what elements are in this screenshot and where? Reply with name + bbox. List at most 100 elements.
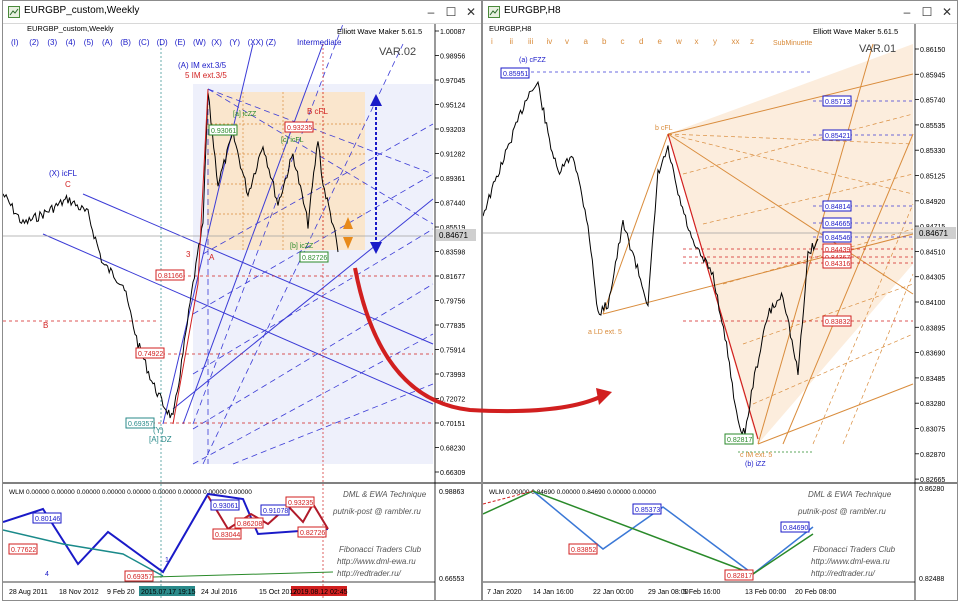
wave-label[interactable]: (B) xyxy=(120,38,131,47)
annotation-b-cfl: b cFL xyxy=(655,125,673,132)
wave-label[interactable]: (5) xyxy=(84,38,94,47)
footer-line: http://redtrader.ru/ xyxy=(811,569,876,578)
price-box: 0.93061 xyxy=(208,124,238,136)
wave-label[interactable]: (3) xyxy=(47,38,57,47)
wave-label[interactable]: b xyxy=(602,37,607,46)
time-tick-label: 2019.08.12 02:45 xyxy=(293,589,348,596)
price-tick-label: 0.85125 xyxy=(920,174,945,181)
price-tick-label: 0.84305 xyxy=(920,275,945,282)
price-tick-label: 0.72072 xyxy=(440,397,465,404)
svg-text:0.74922: 0.74922 xyxy=(138,351,163,358)
left-chart-canvas[interactable]: 1.00087 0.98956 0.97045 0.95124 0.93203 0.912… xyxy=(3,24,481,601)
wave-label[interactable]: x xyxy=(695,37,699,46)
wave-label[interactable]: iii xyxy=(528,37,534,46)
annotation-a: A xyxy=(209,253,215,262)
svg-text:0.93235: 0.93235 xyxy=(288,500,313,507)
price-tick-label: 0.84100 xyxy=(920,300,945,307)
wave-label[interactable]: d xyxy=(639,37,643,46)
wave-label[interactable]: iv xyxy=(547,37,553,46)
annotation-a-ld: a LD ext. 5 xyxy=(588,329,622,336)
osc-box: 0.77622 xyxy=(8,543,38,555)
footer-line: Fibonacci Traders Club xyxy=(339,545,422,554)
price-box: 0.84665 xyxy=(822,217,852,229)
time-tick-label: 14 Jan 16:00 xyxy=(533,589,574,596)
wave-label[interactable]: e xyxy=(658,37,663,46)
time-tick-label: 18 Nov 2012 xyxy=(59,589,99,596)
svg-text:0.69357: 0.69357 xyxy=(128,421,153,428)
wave-label[interactable]: (E) xyxy=(175,38,186,47)
wave-label[interactable]: (4) xyxy=(66,38,76,47)
time-tick-label: 2015.07.17 19:15 xyxy=(141,589,196,596)
wave-label[interactable]: (Z) xyxy=(266,38,277,47)
wave-label[interactable]: (I) xyxy=(11,38,19,47)
wave-label[interactable]: (XX) xyxy=(248,38,264,47)
price-axis: 0.86150 0.85945 0.85740 0.85535 0.85330 0.851… xyxy=(915,47,945,484)
current-price-text: 0.84671 xyxy=(439,231,468,240)
footer-line: http://redtrader.ru/ xyxy=(337,569,402,578)
price-box: 0.93235 xyxy=(284,121,314,133)
osc-axis-bottom: 0.66553 xyxy=(439,576,464,583)
annotation-y: (Y) xyxy=(153,426,164,435)
wave-label[interactable]: (Y) xyxy=(229,38,240,47)
wave-label[interactable]: y xyxy=(713,37,717,46)
footer-line: putnik-post @ rambler.ru xyxy=(332,507,421,516)
price-tick-label: 0.93203 xyxy=(440,127,465,134)
osc-wave-4: 4 xyxy=(45,571,49,578)
price-box: 0.82817 xyxy=(724,433,754,445)
wave-label[interactable]: (X) xyxy=(211,38,222,47)
wave-label[interactable]: (2) xyxy=(29,38,39,47)
left-window-title: EURGBP_custom,Weekly xyxy=(24,5,140,16)
price-tick-label: 0.83895 xyxy=(920,325,945,332)
time-tick-label: 5 Feb 16:00 xyxy=(683,589,720,596)
wave-label[interactable]: c xyxy=(621,37,625,46)
annotation-x-icfl: (X) icFL xyxy=(49,169,78,178)
svg-text:0.86208: 0.86208 xyxy=(237,521,262,528)
minimize-button[interactable]: – xyxy=(423,4,439,20)
symbol-line: EURGBP,H8 xyxy=(489,24,531,33)
left-titlebar: EURGBP_custom,Weekly – ☐ ✕ xyxy=(3,1,481,24)
wave-label-row: (I) (2) (3) (4) (5) (A) (B) (C) (D) (E) (W) (X) (Y) (… xyxy=(11,38,276,47)
wave-label[interactable]: (C) xyxy=(138,38,149,47)
wave-label[interactable]: (W) xyxy=(193,38,206,47)
minimize-button[interactable]: – xyxy=(899,4,915,20)
annotation-c-icfl: [c] icFL xyxy=(281,137,304,144)
price-box: 0.84546 xyxy=(822,231,852,243)
wave-label[interactable]: xx xyxy=(732,37,740,46)
wave-label[interactable]: v xyxy=(565,37,569,46)
right-titlebar: EURGBP,H8 – ☐ ✕ xyxy=(483,1,957,24)
osc-axis-top: 0.98863 xyxy=(439,489,464,496)
time-tick-label: 15 Oct 2017 xyxy=(259,589,297,596)
price-tick-label: 0.85535 xyxy=(920,123,945,130)
wave-label[interactable]: w xyxy=(675,37,682,46)
svg-text:0.83852: 0.83852 xyxy=(571,547,596,554)
maximize-button[interactable]: ☐ xyxy=(443,4,459,20)
close-button[interactable]: ✕ xyxy=(463,4,479,20)
footer-line: DML & EWA Technique xyxy=(808,490,892,499)
annotation-a-cfzz: (a) cFZZ xyxy=(519,57,547,64)
annotation-a-dz: [A] DZ xyxy=(149,435,172,444)
wave-label[interactable]: (D) xyxy=(157,38,168,47)
svg-text:0.85421: 0.85421 xyxy=(825,133,850,140)
time-tick-label: 22 Jan 00:00 xyxy=(593,589,634,596)
price-tick-label: 0.83075 xyxy=(920,427,945,434)
price-tick-label: 0.77835 xyxy=(440,323,465,330)
footer-line: DML & EWA Technique xyxy=(343,490,427,499)
price-tick-label: 0.98956 xyxy=(440,54,465,61)
price-box: 0.69357 xyxy=(125,417,155,429)
wave-label[interactable]: ii xyxy=(510,37,514,46)
close-button[interactable]: ✕ xyxy=(939,4,955,20)
maximize-button[interactable]: ☐ xyxy=(919,4,935,20)
price-tick-label: 0.89361 xyxy=(440,176,465,183)
osc-box: 0.82726 xyxy=(297,526,327,538)
right-chart-canvas[interactable]: 0.86150 0.85945 0.85740 0.85535 0.85330 0.851… xyxy=(483,24,957,601)
price-tick-label: 0.79756 xyxy=(440,299,465,306)
wave-label[interactable]: (A) xyxy=(102,38,113,47)
price-box: 0.82726 xyxy=(299,251,329,263)
wave-label[interactable]: i xyxy=(491,37,493,46)
wave-label[interactable]: z xyxy=(750,37,754,46)
wave-label[interactable]: a xyxy=(584,37,589,46)
right-window-title: EURGBP,H8 xyxy=(504,5,561,16)
osc-green-line xyxy=(152,571,334,578)
osc-box: 0.83852 xyxy=(568,543,598,555)
svg-text:0.83832: 0.83832 xyxy=(825,319,850,326)
